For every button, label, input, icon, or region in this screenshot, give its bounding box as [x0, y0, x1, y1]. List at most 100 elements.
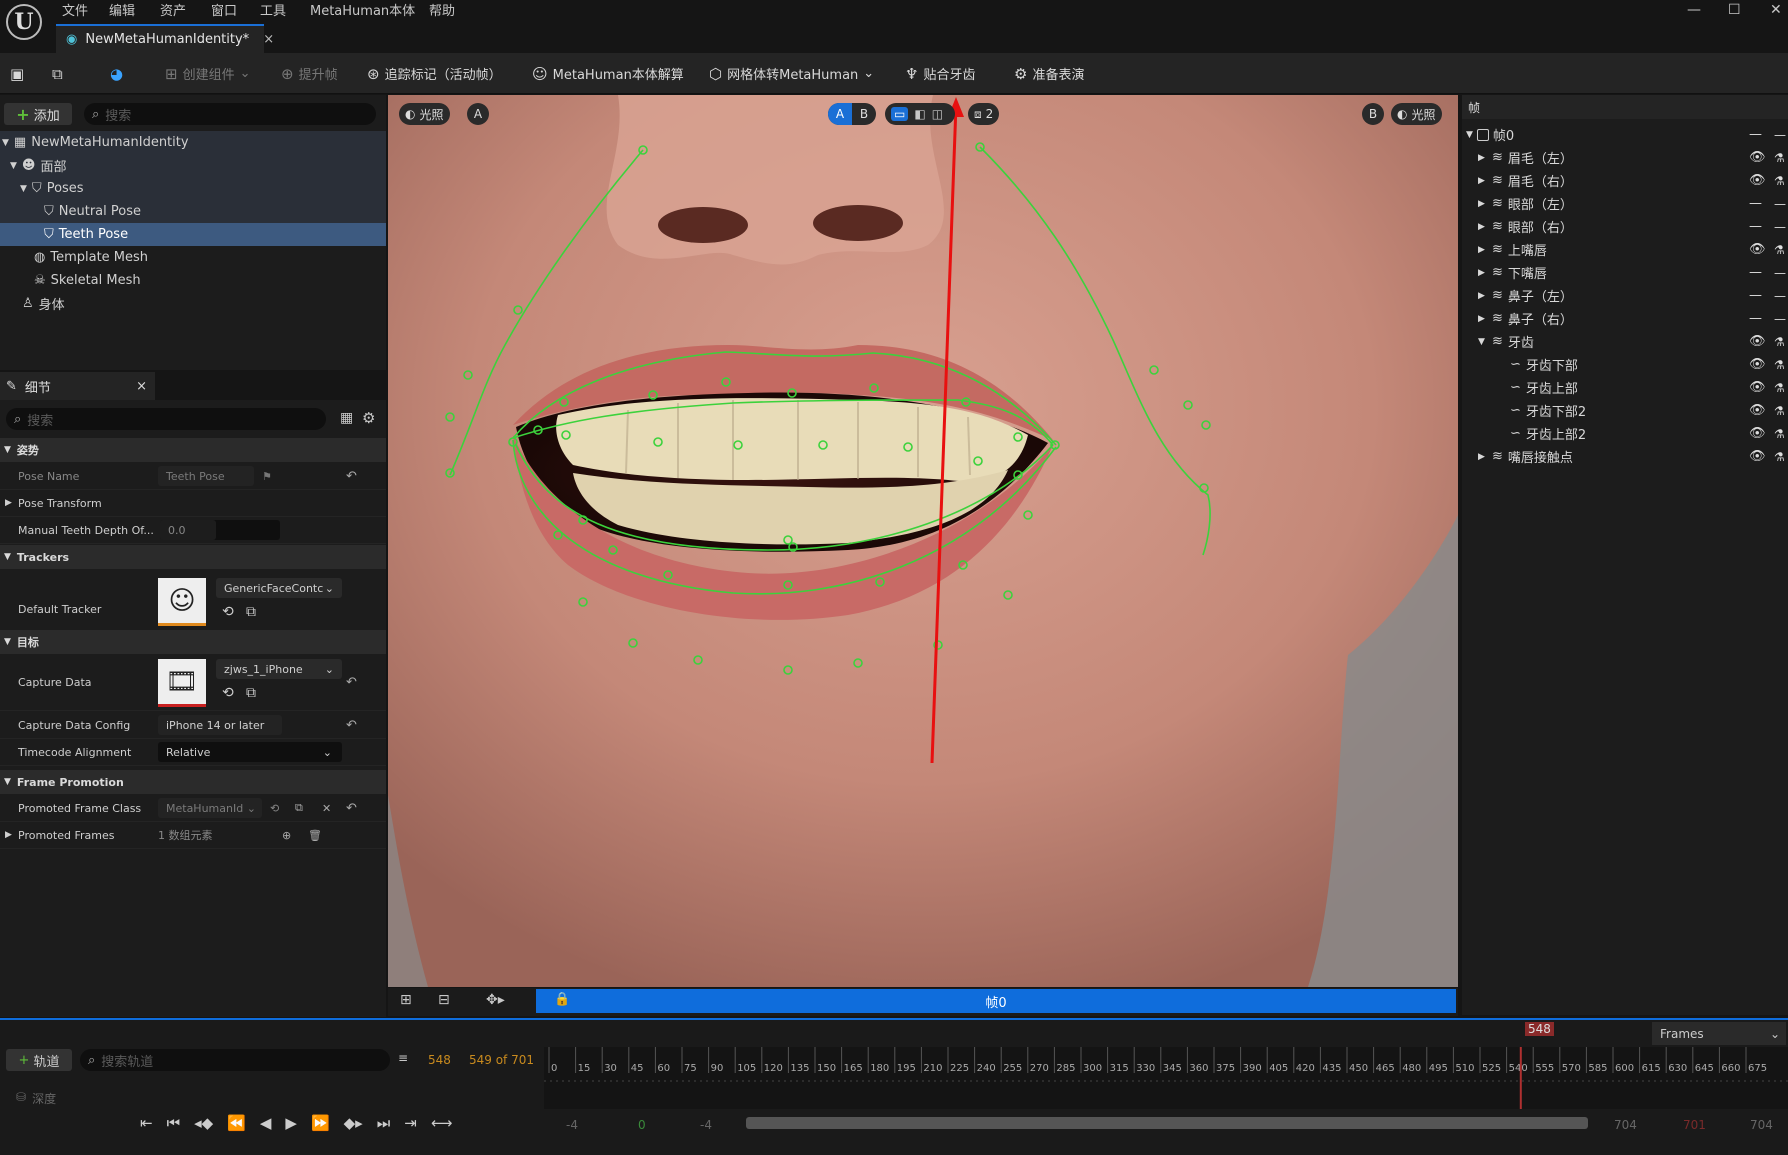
close-tab-icon[interactable]: × [263, 32, 274, 47]
frame-curve-item[interactable]: ▶ ≋ 眉毛（右） 👁 ⚗ [1462, 169, 1788, 192]
frame-root[interactable]: ▼ 帧0 — — [1462, 123, 1788, 146]
timecode-alignment-dropdown[interactable]: Relative ⌄ [158, 742, 342, 762]
remove-frame-icon[interactable]: ⊟ [438, 992, 450, 1008]
fit-teeth-button[interactable]: ♆ 贴合牙齿 [905, 53, 975, 94]
menu-edit[interactable]: 编辑 [109, 0, 135, 19]
expand-arrow-icon[interactable]: ▶ [1478, 452, 1487, 462]
lighting-right-button[interactable]: ◐ 光照 [1391, 103, 1442, 125]
reset-arrow-icon[interactable]: ↶ [346, 718, 357, 733]
eye-icon[interactable]: 👁 [1749, 242, 1766, 257]
frame-curve-item[interactable]: ▶ ≋ 眉毛（左） 👁 ⚗ [1462, 146, 1788, 169]
unreal-logo-icon[interactable]: U [6, 4, 42, 40]
range-zero[interactable]: 0 [638, 1118, 646, 1132]
next-key-icon[interactable]: ⏭ [377, 1114, 391, 1132]
step-back-icon[interactable]: ⏪ [227, 1114, 246, 1132]
timeline-ruler[interactable]: 0 15 30 45 60 75 90 105 120 135 150 165 180 195 210 225… [544, 1047, 1788, 1109]
flask-icon[interactable]: ⚗ [1774, 404, 1785, 418]
tree-item-face[interactable]: ▼ ☻ 面部 [0, 154, 386, 177]
tree-item-teeth-pose[interactable]: ⛉ Teeth Pose [0, 223, 386, 246]
depth-track[interactable]: ⛁ 深度 [16, 1090, 56, 1107]
toggle-b-button[interactable]: B [852, 103, 876, 125]
track-search-input[interactable]: ⌕ 搜索轨道 [80, 1049, 390, 1071]
prop-promoted-frames[interactable]: ▶ Promoted Frames 1 数组元素 ⊕ 🗑 [0, 822, 386, 849]
reset-arrow-icon[interactable]: ↶ [346, 675, 357, 690]
tree-item-neutral-pose[interactable]: ⛉ Neutral Pose [0, 200, 386, 223]
dash-icon[interactable]: — [1749, 127, 1762, 142]
eye-icon[interactable]: 👁 [1749, 357, 1766, 372]
eye-icon[interactable]: 👁 [1749, 334, 1766, 349]
dual-view-icon[interactable]: ◫ [932, 107, 943, 121]
menu-tools[interactable]: 工具 [260, 0, 286, 19]
tracker-thumbnail-icon[interactable]: ☺ [158, 578, 206, 626]
tree-item-body[interactable]: ♙ 身体 [0, 292, 386, 315]
prev-frame-icon[interactable]: ◂◆ [194, 1114, 213, 1132]
close-tab-icon[interactable]: × [136, 379, 147, 394]
loop-icon[interactable]: ⟷ [431, 1114, 453, 1132]
manual-teeth-depth-input[interactable]: 0.0 [160, 520, 280, 540]
dash-icon[interactable]: — [1774, 312, 1786, 326]
expand-arrow-icon[interactable]: ▶ [1478, 291, 1487, 301]
frame-curve-item[interactable]: ▶ ≋ 眼部（左） — — [1462, 192, 1788, 215]
section-target[interactable]: ▼ 目标 [0, 630, 386, 654]
tree-item-poses[interactable]: ▼ ⛉ Poses [0, 177, 386, 200]
prop-pose-transform[interactable]: ▶ Pose Transform [0, 490, 386, 517]
tree-item-skeletal-mesh[interactable]: ☠ Skeletal Mesh [0, 269, 386, 292]
flask-icon[interactable]: ⚗ [1774, 335, 1785, 349]
menu-asset[interactable]: 资产 [160, 0, 186, 19]
to-start-icon[interactable]: ⇤ [140, 1114, 153, 1132]
step-forward-icon[interactable]: ⏩ [311, 1114, 330, 1132]
frame-curve-item[interactable]: ∽ 牙齿下部2 👁 ⚗ [1462, 399, 1788, 422]
timeline-scrollbar[interactable] [746, 1117, 1588, 1129]
track-markers-button[interactable]: ⊛ 追踪标记（活动帧） [367, 53, 502, 94]
add-track-button[interactable]: + 轨道 [6, 1049, 72, 1071]
lock-frame-icon[interactable]: 🔒 [554, 992, 570, 1007]
capture-data-thumbnail-icon[interactable]: 🎞 [158, 659, 206, 707]
reverse-play-icon[interactable]: ◀ [260, 1114, 272, 1132]
range-end-a[interactable]: 704 [1614, 1118, 1637, 1132]
filter-icon[interactable]: ≡ [398, 1051, 408, 1065]
eye-icon[interactable]: 👁 [1749, 150, 1766, 165]
expand-arrow-icon[interactable]: ▶ [1478, 268, 1487, 278]
use-selected-icon[interactable]: ⟲ [222, 685, 234, 701]
use-selected-icon[interactable]: ⟲ [270, 802, 279, 815]
mesh-to-metahuman-button[interactable]: ⬡ 网格体转MetaHuman ⌄ [709, 53, 874, 94]
dash-icon[interactable]: — [1774, 220, 1786, 234]
prev-key-icon[interactable]: ⏮ [167, 1114, 181, 1132]
frame-curve-item[interactable]: ▶ ≋ 鼻子（右） — — [1462, 307, 1788, 330]
menu-file[interactable]: 文件 [62, 0, 88, 19]
next-frame-icon[interactable]: ◆▸ [344, 1114, 363, 1132]
prepare-performance-button[interactable]: ⚙ 准备表演 [1014, 53, 1084, 94]
browse-folder-icon[interactable]: ⧉ [246, 604, 256, 620]
flask-icon[interactable]: ⚗ [1774, 151, 1785, 165]
eye-icon[interactable]: 👁 [1749, 426, 1766, 441]
dash-icon[interactable]: — [1749, 219, 1762, 234]
identity-solve-button[interactable]: ☺ MetaHuman本体解算 [532, 53, 684, 94]
viewport[interactable]: ◐ 光照 A A B ▭ ◧ ◫ ⧈ 2 B ◐ 光照 [388, 95, 1458, 987]
capture-config-field[interactable]: iPhone 14 or later [158, 715, 282, 735]
eye-icon[interactable]: 👁 [1749, 380, 1766, 395]
expand-arrow-icon[interactable]: ▶ [1478, 245, 1487, 255]
range-end-b[interactable]: 701 [1683, 1118, 1706, 1132]
dash-icon[interactable]: — [1774, 197, 1786, 211]
add-button[interactable]: + 添加 [4, 103, 72, 125]
flask-icon[interactable]: ⚗ [1774, 358, 1785, 372]
to-end-icon[interactable]: ⇥ [404, 1114, 417, 1132]
section-trackers[interactable]: ▼ Trackers [0, 545, 386, 569]
settings-gear-icon[interactable]: ⚙ [362, 409, 375, 427]
eye-icon[interactable]: 👁 [1749, 173, 1766, 188]
browse-folder-icon[interactable]: ⧉ [295, 801, 303, 815]
details-tab[interactable]: ✎ 细节 × [0, 372, 155, 400]
expand-arrow-icon[interactable]: ▶ [1478, 176, 1487, 186]
reset-arrow-icon[interactable]: ↶ [346, 801, 357, 816]
view-b-button[interactable]: B [1362, 103, 1384, 125]
dash-icon[interactable]: — [1774, 289, 1786, 303]
eye-icon[interactable]: 👁 [1749, 449, 1766, 464]
minimize-icon[interactable]: — [1687, 2, 1701, 18]
browse-icon[interactable]: ⧉ [52, 53, 63, 94]
toggle-a-button[interactable]: A [828, 103, 852, 125]
metahuman-sphere-icon[interactable]: ◕ [110, 53, 123, 94]
frame-curve-item[interactable]: ▼ ≋ 牙齿 👁 ⚗ [1462, 330, 1788, 353]
frames-unit-dropdown[interactable]: Frames ⌄ [1652, 1022, 1786, 1045]
play-icon[interactable]: ▶ [285, 1114, 297, 1132]
document-tab[interactable]: ◉ NewMetaHumanIdentity* × [56, 24, 274, 53]
